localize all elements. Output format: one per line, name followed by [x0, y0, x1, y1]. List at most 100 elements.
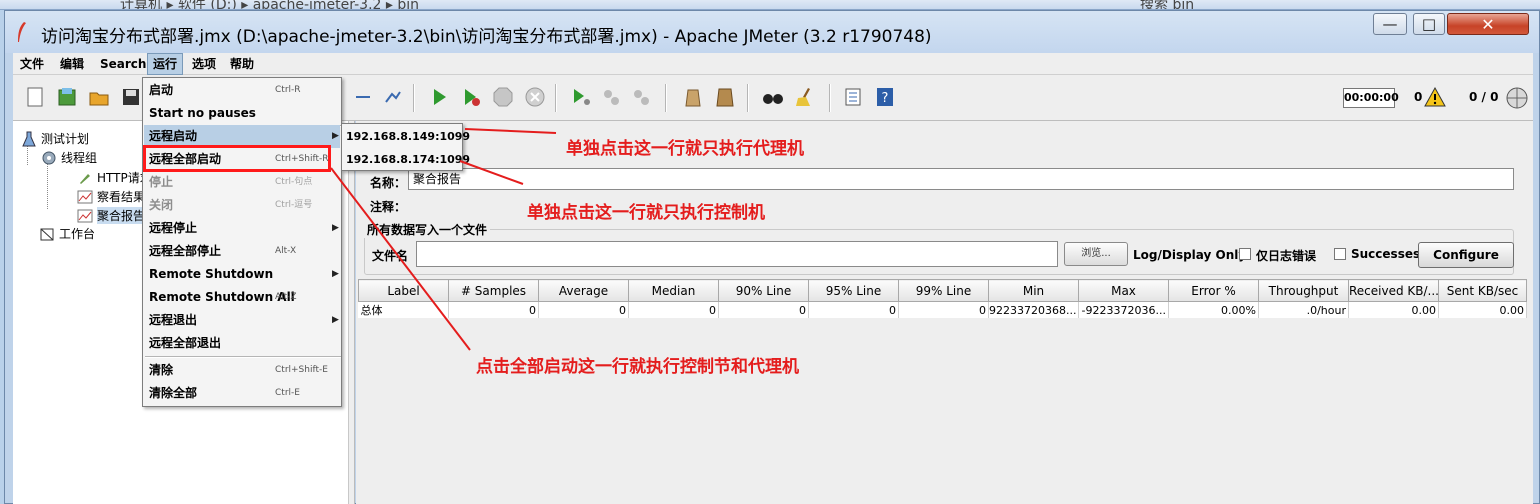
submenu-arrow-icon: ▶: [332, 131, 339, 141]
table-header-row: Label # Samples Average Median 90% Line …: [358, 279, 1527, 302]
filename-label: 文件名: [372, 249, 409, 263]
menu-item-label: 清除: [149, 363, 174, 377]
column-header[interactable]: Median: [628, 279, 719, 302]
column-header[interactable]: 90% Line: [718, 279, 809, 302]
reset-search-button[interactable]: [791, 82, 819, 112]
explorer-search[interactable]: 搜索 bin: [1140, 0, 1194, 9]
successes-label: Successes: [1351, 247, 1421, 261]
panel-splitter[interactable]: [349, 121, 355, 504]
maximize-button[interactable]: □: [1413, 13, 1445, 35]
explorer-breadcrumb: 计算机 ▸ 软件 (D:) ▸ apache-jmeter-3.2 ▸ bin: [120, 0, 420, 10]
annotation-note-all: 点击全部启动这一行就执行控制节和代理机: [476, 357, 799, 377]
clear-button[interactable]: [679, 82, 707, 112]
toggle-button[interactable]: [379, 82, 407, 112]
menu-bar: 文件 编辑 Search 运行 选项 帮助: [13, 53, 1533, 75]
table-row[interactable]: 总体 0 0 0 0 0 0 92233720368... -922337203…: [358, 301, 1527, 318]
function-helper-button[interactable]: [839, 82, 867, 112]
browse-button[interactable]: 浏览...: [1064, 242, 1128, 266]
start-button[interactable]: [425, 82, 453, 112]
file-group-title: 所有数据写入一个文件: [364, 221, 491, 238]
run-menu-remote-shutdown-all[interactable]: Remote Shutdown All Alt-Z: [144, 286, 340, 309]
column-header[interactable]: # Samples: [448, 279, 539, 302]
table-cell: 0.00%: [1168, 301, 1259, 318]
remote-status-icon: [1506, 87, 1528, 109]
tree-node-http-request[interactable]: HTTP请求: [77, 169, 152, 186]
successes-checkbox[interactable]: [1334, 248, 1346, 260]
open-button[interactable]: [85, 82, 113, 112]
remote-stop-button[interactable]: [597, 82, 625, 112]
warning-icon[interactable]: [1424, 87, 1446, 107]
remote-host-1[interactable]: 192.168.8.149:1099: [343, 125, 470, 148]
table-cell: 0: [808, 301, 899, 318]
menu-options[interactable]: 选项: [187, 53, 221, 75]
remote-shutdown-icon: [634, 90, 649, 105]
clear-all-button[interactable]: [711, 82, 739, 112]
search-button[interactable]: [759, 82, 787, 112]
column-header[interactable]: Throughput: [1258, 279, 1349, 302]
configure-button[interactable]: Configure: [1418, 242, 1514, 268]
toolbar-separator: [829, 84, 831, 112]
run-menu-remote-stop[interactable]: 远程停止 ▶: [144, 217, 340, 240]
tree-node-workbench[interactable]: 工作台: [39, 225, 95, 242]
run-menu-shutdown[interactable]: 关闭 Ctrl-逗号: [144, 194, 340, 217]
column-header[interactable]: Sent KB/sec: [1438, 279, 1527, 302]
run-menu-remote-stop-all[interactable]: 远程全部停止 Alt-X: [144, 240, 340, 263]
remote-stop-icon: [604, 90, 619, 105]
svg-text:?: ?: [882, 91, 889, 106]
run-menu-remote-exit[interactable]: 远程退出 ▶: [144, 309, 340, 332]
menu-search[interactable]: Search: [95, 53, 151, 75]
tree-connector: [47, 161, 48, 209]
run-menu-start[interactable]: 启动 Ctrl-R: [144, 79, 340, 102]
menu-item-shortcut: Alt-X: [275, 246, 297, 256]
remote-start-button[interactable]: [567, 82, 595, 112]
menu-separator: [145, 356, 341, 358]
help-button[interactable]: ?: [871, 82, 899, 112]
menu-item-label: 启动: [149, 83, 174, 97]
menu-item-shortcut: Ctrl+Shift-E: [275, 365, 328, 375]
shutdown-button[interactable]: [521, 82, 549, 112]
tree-node-thread-group[interactable]: 线程组: [41, 149, 97, 166]
new-button[interactable]: [21, 82, 49, 112]
run-menu-stop[interactable]: 停止 Ctrl-句点: [144, 171, 340, 194]
filename-input[interactable]: [416, 241, 1058, 267]
list-icon: [845, 88, 861, 106]
menu-run[interactable]: 运行: [147, 53, 184, 75]
run-menu-clear-all[interactable]: 清除全部 Ctrl-E: [144, 382, 340, 405]
menu-item-label: Remote Shutdown All: [149, 290, 295, 304]
menu-help[interactable]: 帮助: [225, 53, 259, 75]
save-button[interactable]: [117, 82, 145, 112]
column-header[interactable]: Max: [1078, 279, 1169, 302]
minimize-button[interactable]: —: [1373, 13, 1407, 35]
stop-button[interactable]: [489, 82, 517, 112]
remote-host-2[interactable]: 192.168.8.174:1099: [343, 148, 470, 171]
column-header[interactable]: 99% Line: [898, 279, 989, 302]
column-header[interactable]: Error %: [1168, 279, 1259, 302]
tree-node-test-plan[interactable]: 测试计划: [21, 130, 89, 147]
column-header[interactable]: Min: [988, 279, 1079, 302]
remote-shutdown-button[interactable]: [627, 82, 655, 112]
column-header[interactable]: Average: [538, 279, 629, 302]
run-menu-remote-exit-all[interactable]: 远程全部退出: [144, 332, 340, 355]
errors-only-label: 仅日志错误: [1256, 249, 1317, 263]
run-menu-dropdown: 启动 Ctrl-R Start no pauses 远程启动 ▶ 远程全部启动 …: [142, 77, 342, 407]
tree-node-aggregate-report[interactable]: 聚合报告: [77, 207, 146, 224]
collapse-button[interactable]: [349, 82, 377, 112]
menu-edit[interactable]: 编辑: [55, 53, 89, 75]
table-cell: 92233720368...: [988, 301, 1079, 318]
run-menu-clear[interactable]: 清除 Ctrl+Shift-E: [144, 359, 340, 382]
name-field[interactable]: 聚合报告: [408, 168, 1514, 190]
column-header[interactable]: Label: [358, 279, 449, 302]
menu-file[interactable]: 文件: [15, 53, 49, 75]
errors-only-checkbox[interactable]: [1239, 248, 1251, 260]
run-menu-remote-shutdown[interactable]: Remote Shutdown ▶: [144, 263, 340, 286]
close-button[interactable]: ✕: [1447, 13, 1529, 35]
column-header[interactable]: Received KB/...: [1348, 279, 1439, 302]
run-menu-start-no-pauses[interactable]: Start no pauses: [144, 102, 340, 125]
start-no-pauses-button[interactable]: [457, 82, 485, 112]
table-cell: 0: [898, 301, 989, 318]
submenu-arrow-icon: ▶: [332, 223, 339, 233]
column-header[interactable]: 95% Line: [808, 279, 899, 302]
templates-button[interactable]: [53, 82, 81, 112]
elapsed-timer: 00:00:00: [1343, 88, 1399, 108]
binoculars-icon: [763, 94, 783, 104]
